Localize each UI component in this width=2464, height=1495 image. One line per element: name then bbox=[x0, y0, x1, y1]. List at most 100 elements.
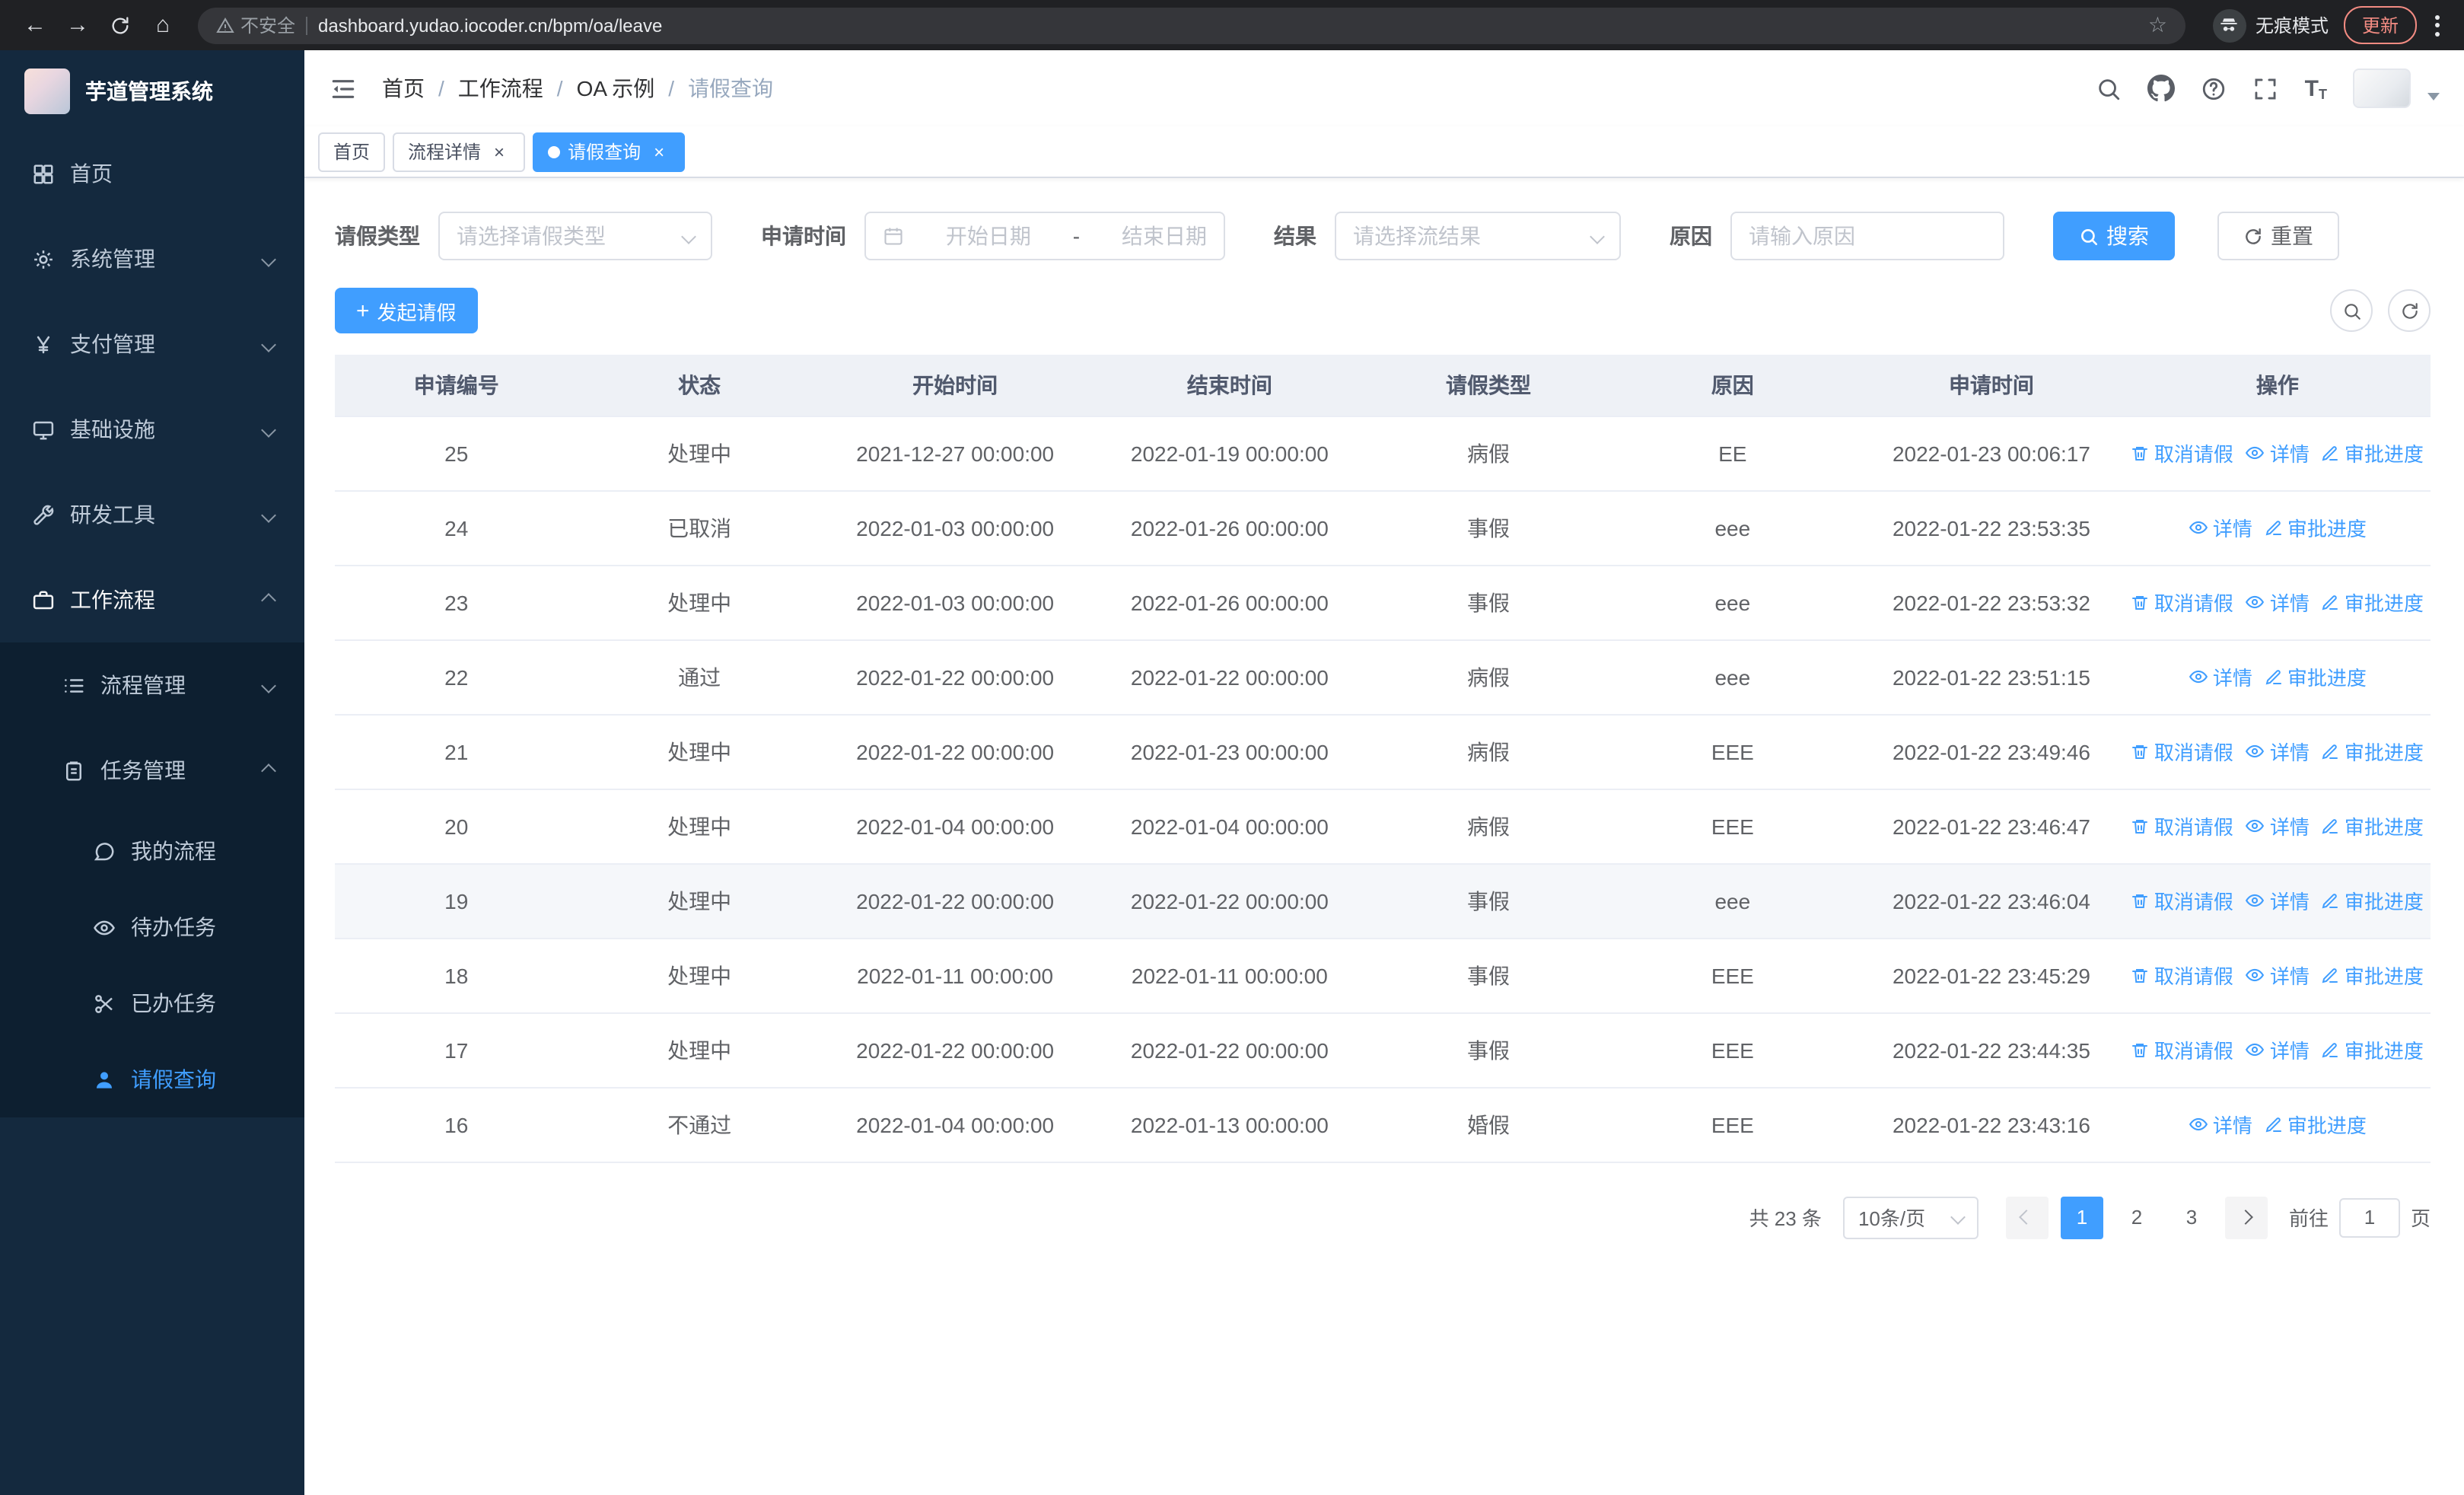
sidebar-item-label: 工作流程 bbox=[70, 588, 155, 612]
browser-menu-icon[interactable] bbox=[2435, 14, 2440, 36]
tab-close-icon[interactable] bbox=[648, 141, 670, 162]
cancel-leave-link[interactable]: 取消请假 bbox=[2131, 961, 2233, 990]
sidebar-item-my-processes[interactable]: 我的流程 bbox=[0, 813, 304, 889]
tab-process-detail[interactable]: 流程详情 bbox=[393, 132, 526, 171]
cancel-leave-link[interactable]: 取消请假 bbox=[2131, 1035, 2233, 1064]
sidebar-item-pending-tasks[interactable]: 待办任务 bbox=[0, 889, 304, 965]
detail-link[interactable]: 详情 bbox=[2246, 737, 2310, 766]
filter-reason: 原因 bbox=[1670, 212, 2004, 260]
refresh-table-button[interactable] bbox=[2388, 289, 2431, 332]
prev-page-button[interactable] bbox=[2005, 1196, 2049, 1238]
next-page-button[interactable] bbox=[2224, 1196, 2268, 1238]
sidebar-item-home[interactable]: 首页 bbox=[0, 131, 304, 216]
breadcrumb-oa-example[interactable]: OA 示例 bbox=[577, 73, 689, 104]
tab-leave-query[interactable]: 请假查询 bbox=[533, 132, 686, 171]
sidebar-item-leave-query[interactable]: 请假查询 bbox=[0, 1041, 304, 1117]
detail-link[interactable]: 详情 bbox=[2246, 886, 2310, 915]
not-secure-warning[interactable]: 不安全 bbox=[216, 12, 295, 38]
page-number-2[interactable]: 2 bbox=[2115, 1196, 2158, 1238]
create-leave-button[interactable]: + 发起请假 bbox=[335, 288, 478, 333]
cancel-leave-link[interactable]: 取消请假 bbox=[2131, 811, 2233, 840]
cancel-leave-link[interactable]: 取消请假 bbox=[2131, 588, 2233, 617]
approval-progress-link[interactable]: 审批进度 bbox=[2322, 438, 2424, 467]
cell-leave-type: 病假 bbox=[1370, 416, 1607, 491]
cell-apply-id: 20 bbox=[335, 789, 578, 864]
detail-link[interactable]: 详情 bbox=[2189, 513, 2252, 542]
sidebar-item-infrastructure[interactable]: 基础设施 bbox=[0, 387, 304, 472]
sidebar-item-done-tasks[interactable]: 已办任务 bbox=[0, 965, 304, 1041]
address-bar[interactable]: 不安全 dashboard.yudao.iocoder.cn/bpm/oa/le… bbox=[198, 7, 2185, 43]
sidebar-item-workflow[interactable]: 工作流程 bbox=[0, 557, 304, 642]
approval-progress-link[interactable]: 审批进度 bbox=[2265, 662, 2367, 691]
breadcrumb-home[interactable]: 首页 bbox=[382, 73, 458, 104]
date-range-picker[interactable]: 开始日期 - 结束日期 bbox=[864, 212, 1225, 260]
fold-sidebar-icon[interactable] bbox=[329, 74, 358, 103]
approval-progress-link[interactable]: 审批进度 bbox=[2265, 1110, 2367, 1139]
approval-progress-link[interactable]: 审批进度 bbox=[2322, 737, 2424, 766]
detail-link[interactable]: 详情 bbox=[2189, 1110, 2252, 1139]
approval-progress-link[interactable]: 审批进度 bbox=[2265, 513, 2367, 542]
bookmark-star-icon[interactable]: ☆ bbox=[2148, 12, 2167, 38]
cell-start-time: 2022-01-04 00:00:00 bbox=[820, 789, 1090, 864]
page-number-1[interactable]: 1 bbox=[2060, 1196, 2103, 1238]
monitor-icon bbox=[30, 417, 55, 441]
approval-progress-link[interactable]: 审批进度 bbox=[2322, 961, 2424, 990]
detail-link[interactable]: 详情 bbox=[2189, 662, 2252, 691]
eye-icon bbox=[91, 915, 116, 939]
cancel-leave-link[interactable]: 取消请假 bbox=[2131, 438, 2233, 467]
toggle-search-button[interactable] bbox=[2330, 289, 2373, 332]
cell-apply-id: 21 bbox=[335, 714, 578, 789]
cell-actions: 取消请假 详情 审批进度 bbox=[2124, 938, 2431, 1013]
result-select[interactable]: 请选择流结果 bbox=[1335, 212, 1621, 260]
detail-link[interactable]: 详情 bbox=[2246, 1035, 2310, 1064]
url-text[interactable]: dashboard.yudao.iocoder.cn/bpm/oa/leave bbox=[318, 14, 2138, 36]
cell-start-time: 2021-12-27 00:00:00 bbox=[820, 416, 1090, 491]
page-size-label: 10条/页 bbox=[1858, 1207, 1926, 1230]
cancel-leave-link[interactable]: 取消请假 bbox=[2131, 886, 2233, 915]
active-tab-dot bbox=[548, 145, 561, 158]
browser-forward-icon[interactable]: → bbox=[58, 5, 97, 45]
sidebar-item-system-management[interactable]: 系统管理 bbox=[0, 216, 304, 301]
approval-progress-link[interactable]: 审批进度 bbox=[2322, 588, 2424, 617]
reason-input[interactable] bbox=[1730, 212, 2004, 260]
cancel-leave-link[interactable]: 取消请假 bbox=[2131, 737, 2233, 766]
detail-link[interactable]: 详情 bbox=[2246, 961, 2310, 990]
approval-progress-link[interactable]: 审批进度 bbox=[2322, 811, 2424, 840]
approval-progress-link[interactable]: 审批进度 bbox=[2322, 886, 2424, 915]
avatar-caret-icon[interactable] bbox=[2427, 92, 2440, 100]
filter-leave-type: 请假类型 请选择请假类型 bbox=[335, 212, 712, 260]
browser-update-button[interactable]: 更新 bbox=[2343, 6, 2417, 44]
leave-type-select[interactable]: 请选择请假类型 bbox=[438, 212, 712, 260]
cell-end-time: 2022-01-23 00:00:00 bbox=[1089, 714, 1370, 789]
sidebar-item-dev-tools[interactable]: 研发工具 bbox=[0, 472, 304, 557]
chevron-right-icon bbox=[2239, 1210, 2254, 1225]
github-icon[interactable] bbox=[2147, 75, 2176, 102]
avatar[interactable] bbox=[2353, 69, 2411, 108]
fullscreen-icon[interactable] bbox=[2253, 75, 2279, 101]
search-icon[interactable] bbox=[2096, 75, 2122, 101]
detail-link[interactable]: 详情 bbox=[2246, 588, 2310, 617]
font-size-icon[interactable]: TT bbox=[2305, 75, 2327, 101]
detail-link[interactable]: 详情 bbox=[2246, 811, 2310, 840]
sidebar-item-process-management[interactable]: 流程管理 bbox=[0, 642, 304, 728]
page-size-select[interactable]: 10条/页 bbox=[1842, 1196, 1979, 1238]
browser-reload-icon[interactable] bbox=[100, 5, 140, 45]
tab-home[interactable]: 首页 bbox=[318, 132, 386, 171]
cell-status: 处理中 bbox=[578, 1012, 821, 1088]
detail-link[interactable]: 详情 bbox=[2246, 438, 2310, 467]
reset-button[interactable]: 重置 bbox=[2217, 212, 2339, 260]
cell-status: 处理中 bbox=[578, 565, 821, 640]
help-icon[interactable] bbox=[2201, 75, 2227, 101]
tab-close-icon[interactable] bbox=[489, 141, 510, 162]
breadcrumb-workflow[interactable]: 工作流程 bbox=[458, 73, 577, 104]
sidebar-item-task-management[interactable]: 任务管理 bbox=[0, 728, 304, 813]
page-number-3[interactable]: 3 bbox=[2170, 1196, 2213, 1238]
browser-back-icon[interactable]: ← bbox=[15, 5, 55, 45]
approval-progress-link[interactable]: 审批进度 bbox=[2322, 1035, 2424, 1064]
goto-page-input[interactable] bbox=[2338, 1197, 2400, 1237]
app-logo[interactable]: 芋道管理系统 bbox=[0, 50, 304, 131]
search-button[interactable]: 搜索 bbox=[2053, 212, 2175, 260]
sidebar-item-payment-management[interactable]: 支付管理 bbox=[0, 301, 304, 387]
browser-home-icon[interactable]: ⌂ bbox=[143, 5, 183, 45]
chevron-down-icon bbox=[261, 677, 276, 693]
